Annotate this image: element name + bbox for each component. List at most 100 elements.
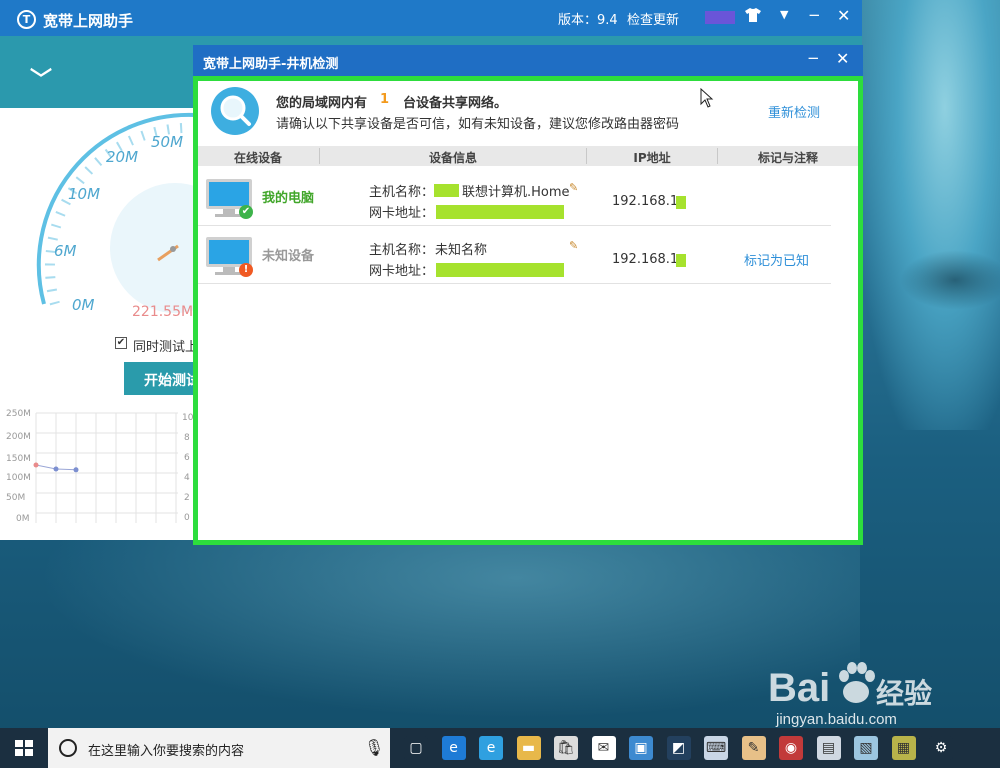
taskbar: 在这里输入你要搜索的内容 🎙 ▢ e e ▬ 🛍 ✉ ▣ ◩ ⌨ ✎ ◉ ▤ ▧ ▦ ⚙: [0, 728, 1000, 768]
main-titlebar[interactable]: T 宽带上网助手 版本：9.4 检查更新 ▼ − ✕: [0, 0, 862, 36]
dialog-body: 您的局域网内有 1 台设备共享网络。 请确认以下共享设备是否可信，如有未知设备，…: [193, 76, 863, 545]
device-name: 未知设备: [262, 249, 315, 264]
y-axis-label: 150M: [6, 454, 31, 464]
y-axis-right-label: 2: [184, 493, 190, 503]
ip-address: 192.168.1.: [612, 252, 683, 267]
column-header: 标记与注释: [757, 151, 818, 165]
y-axis-label: 0M: [16, 514, 30, 524]
taskbar-search[interactable]: 在这里输入你要搜索的内容 🎙: [48, 728, 390, 768]
watermark-brand: Bai: [768, 666, 831, 710]
redacted-block: [676, 254, 686, 267]
device-count: 1: [380, 92, 390, 107]
y-axis-right-label: 10: [182, 413, 194, 423]
y-axis-label: 100M: [6, 473, 31, 483]
summary-advice: 请确认以下共享设备是否可信，如有未知设备，建议您修改路由器密码: [276, 117, 680, 132]
host-name-value: 联想计算机.Home: [462, 185, 570, 200]
summary-suffix: 台设备共享网络。: [403, 96, 508, 111]
app-icon[interactable]: ◩: [666, 736, 691, 760]
microphone-icon[interactable]: 🎙: [364, 738, 384, 757]
y-axis-label: 200M: [6, 432, 31, 442]
gauge-tick-label: 10M: [68, 185, 100, 203]
host-name-label: 主机名称：: [369, 185, 435, 200]
task-view-icon[interactable]: ▢: [404, 736, 428, 760]
edge-icon[interactable]: e: [441, 736, 466, 760]
gauge-tick-label: 0M: [72, 296, 95, 314]
redacted-block: [436, 263, 564, 277]
paw-logo-icon: [839, 662, 875, 703]
mail-icon[interactable]: ✉: [591, 736, 616, 760]
app-icon[interactable]: ▧: [854, 736, 878, 760]
warning-badge-icon: !: [239, 263, 253, 277]
table-row[interactable]: ! 未知设备 主机名称： 未知名称 ✎ 网卡地址： 192.168.1. 标记为…: [198, 227, 831, 284]
device-check-dialog: 宽带上网助手-井机检测 − ✕ 您的局域网内有 1 台设备共享网络。 请确认以下…: [193, 45, 863, 545]
gauge-tick-label: 6M: [54, 242, 77, 260]
device-name: 我的电脑: [262, 191, 315, 206]
device-table-header: 在线设备 设备信息 IP地址 标记与注释: [198, 146, 858, 166]
store-icon[interactable]: 🛍: [554, 736, 578, 760]
check-update-link[interactable]: 检查更新: [627, 9, 679, 28]
check-badge-icon: ✔: [239, 205, 253, 219]
column-header: 设备信息: [428, 151, 477, 165]
mouse-cursor-icon: [700, 87, 714, 112]
column-header: IP地址: [633, 151, 671, 165]
host-name-value: 未知名称: [435, 243, 488, 258]
dialog-title: 宽带上网助手-井机检测: [203, 57, 339, 72]
app-icon[interactable]: ◉: [779, 736, 803, 760]
speed-reading: 221.55M: [132, 304, 194, 320]
wallpaper-figure: [900, 250, 1000, 310]
paint-icon[interactable]: ✎: [741, 736, 766, 760]
sim-test-label: 同时测试上: [133, 340, 199, 355]
ie-icon[interactable]: e: [479, 736, 503, 760]
app-icon[interactable]: ▦: [891, 736, 916, 760]
gauge-tick-label: 50M: [151, 133, 183, 151]
table-row[interactable]: ✔ 我的电脑 主机名称： 联想计算机.Home ✎ 网卡地址： 192.168.…: [198, 169, 831, 226]
app-icon[interactable]: ▣: [629, 736, 653, 760]
dialog-minimize-button[interactable]: −: [807, 49, 820, 67]
keyboard-icon[interactable]: ⌨: [704, 736, 728, 760]
mark-known-link[interactable]: 标记为已知: [744, 250, 809, 269]
history-chart: 250M 200M 150M 100M 50M 0M 10 8 6 4 2 0: [6, 409, 194, 524]
host-name-label: 主机名称：: [369, 243, 435, 258]
user-avatar[interactable]: [705, 11, 735, 24]
shirt-icon[interactable]: [745, 8, 761, 26]
y-axis-right-label: 8: [184, 433, 190, 443]
y-axis-label: 50M: [6, 493, 25, 503]
column-header: 在线设备: [233, 151, 282, 165]
redacted-block: [676, 196, 686, 209]
menu-dropdown-icon[interactable]: ▼: [780, 8, 788, 21]
file-explorer-icon[interactable]: ▬: [516, 736, 541, 760]
windows-start-icon[interactable]: [15, 740, 33, 756]
mac-address-label: 网卡地址：: [369, 206, 435, 221]
redacted-block: [436, 205, 564, 219]
app-title: 宽带上网助手: [43, 12, 134, 30]
history-point: [53, 466, 59, 472]
magnifier-icon: [211, 87, 259, 135]
collapse-icon[interactable]: ﹀: [30, 62, 52, 94]
minimize-button[interactable]: −: [808, 6, 821, 24]
start-test-button[interactable]: 开始测试: [124, 362, 195, 395]
history-point: [73, 467, 79, 473]
app-logo-icon: T: [17, 10, 36, 29]
settings-icon[interactable]: ⚙: [929, 736, 953, 760]
dialog-close-button[interactable]: ✕: [836, 49, 849, 68]
mac-address-label: 网卡地址：: [369, 264, 435, 279]
search-placeholder: 在这里输入你要搜索的内容: [88, 744, 245, 759]
edit-icon[interactable]: ✎: [569, 181, 578, 194]
y-axis-right-label: 6: [184, 453, 190, 463]
close-button[interactable]: ✕: [837, 6, 850, 25]
y-axis-right-label: 0: [184, 513, 190, 523]
edit-icon[interactable]: ✎: [569, 239, 578, 252]
y-axis-label: 250M: [6, 409, 31, 419]
summary-prefix: 您的局域网内有: [276, 96, 368, 111]
redacted-block: [434, 184, 459, 197]
dialog-titlebar[interactable]: 宽带上网助手-井机检测 − ✕: [193, 45, 863, 76]
wallpaper: [862, 0, 1000, 430]
y-axis-right-label: 4: [184, 473, 190, 483]
app-icon[interactable]: ▤: [816, 736, 841, 760]
history-point: [33, 462, 39, 468]
sim-test-checkbox[interactable]: ✔: [115, 337, 127, 349]
recheck-link[interactable]: 重新检测: [768, 102, 820, 121]
gauge-tick-label: 20M: [106, 148, 138, 166]
watermark-suffix: 经验: [876, 677, 933, 710]
ip-address: 192.168.1.: [612, 194, 683, 209]
